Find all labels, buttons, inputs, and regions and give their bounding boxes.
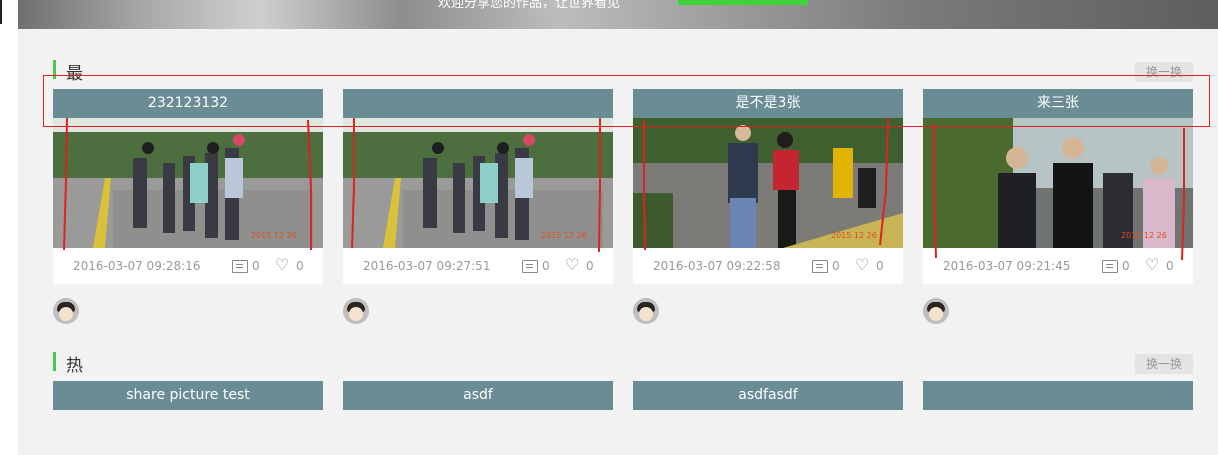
- hot-card[interactable]: [923, 381, 1193, 410]
- hot-card[interactable]: share picture test: [53, 381, 323, 410]
- card-title[interactable]: asdf: [343, 381, 613, 410]
- hot-card[interactable]: asdfasdf: [633, 381, 903, 410]
- card-title[interactable]: [923, 381, 1193, 410]
- hot-card[interactable]: asdf: [343, 381, 613, 410]
- hot-refresh-button[interactable]: 换一换: [1135, 354, 1193, 374]
- section-accent: [53, 352, 56, 371]
- card-title[interactable]: share picture test: [53, 381, 323, 410]
- card-title[interactable]: asdfasdf: [633, 381, 903, 410]
